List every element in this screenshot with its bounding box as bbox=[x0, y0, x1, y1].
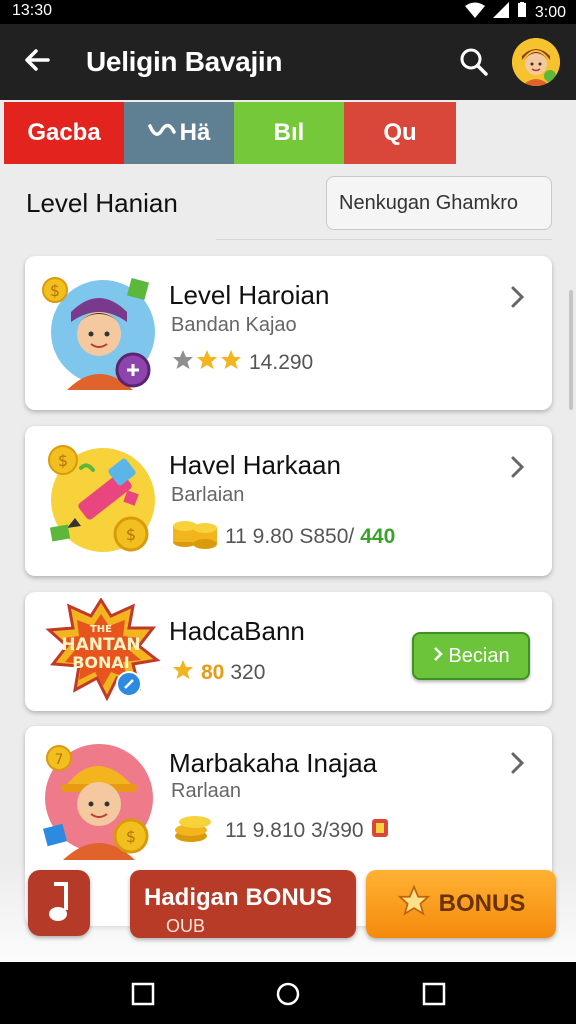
tab-ha[interactable]: Hä bbox=[124, 102, 234, 164]
status-icons: 3:00 bbox=[464, 2, 566, 23]
svg-text:THE: THE bbox=[90, 624, 112, 635]
list-item[interactable]: $ Level Haroian Bandan Kajao 14.290 bbox=[25, 256, 552, 410]
svg-text:$: $ bbox=[126, 525, 136, 544]
item-amount: 11 9.810 3/390 bbox=[171, 812, 390, 850]
svg-text:7: 7 bbox=[55, 752, 64, 768]
chevron-right-icon bbox=[504, 750, 530, 776]
character-avatar-icon: $ bbox=[41, 272, 161, 392]
character-avatar-icon: 7 $ bbox=[41, 740, 161, 860]
search-icon[interactable] bbox=[456, 44, 492, 80]
stat-highlight: 80 bbox=[201, 661, 225, 684]
filter-value: Nenkugan Ghamkro bbox=[339, 191, 518, 214]
tab-gacba[interactable]: Gacba bbox=[4, 102, 124, 164]
item-title: HadcaBann bbox=[169, 616, 305, 646]
svg-text:HANTAN: HANTAN bbox=[61, 635, 140, 655]
scrollbar[interactable] bbox=[569, 290, 573, 410]
system-nav-bar bbox=[0, 962, 576, 1024]
tab-label: Gacba bbox=[27, 119, 101, 146]
chevron-right-icon bbox=[504, 454, 530, 480]
stat-rest: 320 bbox=[230, 661, 266, 684]
back-square-icon[interactable] bbox=[422, 982, 446, 1006]
status-time-right: 3:00 bbox=[534, 3, 566, 21]
svg-text:BONAI: BONAI bbox=[72, 653, 130, 672]
item-subtitle: Bandan Kajao bbox=[171, 314, 297, 336]
coin-stack-icon bbox=[171, 518, 219, 556]
chevron-right-icon bbox=[432, 645, 444, 668]
bonus-button[interactable]: BONUS bbox=[366, 870, 556, 938]
status-bar: 13:30 3:00 bbox=[0, 0, 576, 24]
star-rating-icon bbox=[171, 348, 243, 378]
home-icon[interactable] bbox=[276, 982, 300, 1006]
tab-label: Bıl bbox=[273, 119, 305, 146]
item-stat: 80 320 bbox=[171, 658, 265, 688]
tab-label: Hä bbox=[179, 119, 211, 146]
list-item[interactable]: $ $ Havel Harkaan Barlaian 11 9.80 S850/… bbox=[25, 426, 552, 576]
amount-value: 11 9.80 S850/ bbox=[225, 525, 355, 548]
ticket-icon bbox=[370, 817, 390, 845]
bonus-label: BONUS bbox=[438, 890, 526, 917]
wave-icon bbox=[147, 119, 176, 147]
star-icon bbox=[171, 658, 195, 688]
recents-icon[interactable] bbox=[131, 982, 155, 1006]
svg-text:$: $ bbox=[58, 451, 68, 470]
wifi-icon bbox=[464, 2, 485, 23]
crayon-icon: $ $ bbox=[41, 440, 161, 560]
signal-icon bbox=[492, 2, 509, 23]
avatar[interactable] bbox=[512, 38, 560, 86]
bonus-button-title: Hadigan BONUS bbox=[144, 884, 333, 911]
page-title: Ueligin Bavajin bbox=[86, 46, 283, 77]
tab-bil[interactable]: Bıl bbox=[234, 102, 344, 164]
item-title: Havel Harkaan bbox=[169, 450, 341, 480]
amount-value: 11 9.810 3/390 bbox=[225, 819, 364, 842]
rating-value: 14.290 bbox=[249, 351, 314, 374]
music-note-button[interactable] bbox=[28, 870, 90, 936]
chevron-right-icon bbox=[504, 284, 530, 310]
item-subtitle: Barlaian bbox=[171, 484, 245, 506]
item-title: Marbakaha Inajaa bbox=[169, 748, 378, 778]
item-amount: 11 9.80 S850/ 440 bbox=[171, 518, 395, 556]
svg-text:$: $ bbox=[126, 827, 136, 846]
hadigan-bonus-button[interactable]: Hadigan BONUS OUB bbox=[130, 870, 356, 938]
back-arrow-icon[interactable] bbox=[20, 42, 56, 78]
battery-icon bbox=[517, 2, 527, 23]
music-note-icon bbox=[49, 882, 68, 921]
amount-highlight: 440 bbox=[360, 525, 396, 548]
list-item[interactable]: THE HANTAN BONAI HadcaBann 80 320 Becian bbox=[25, 592, 552, 711]
item-subtitle: Rarlaan bbox=[171, 780, 242, 802]
tab-label: Qu bbox=[383, 119, 417, 146]
status-time: 13:30 bbox=[12, 2, 53, 19]
star-icon bbox=[397, 884, 431, 925]
divider bbox=[216, 239, 552, 240]
item-rating: 14.290 bbox=[171, 348, 313, 378]
svg-text:$: $ bbox=[50, 281, 60, 300]
tab-bar: Gacba Hä Bıl Qu bbox=[4, 102, 456, 164]
tab-qu[interactable]: Qu bbox=[344, 102, 456, 164]
bonus-button-subtitle: OUB bbox=[166, 916, 206, 936]
app-bar: Ueligin Bavajin bbox=[0, 24, 576, 100]
bonus-badge-icon: THE HANTAN BONAI bbox=[41, 597, 161, 702]
claim-button-label: Becian bbox=[448, 644, 510, 667]
coin-stack-icon bbox=[171, 812, 219, 850]
item-title: Level Haroian bbox=[169, 280, 330, 310]
section-title: Level Hanian bbox=[26, 188, 178, 218]
filter-dropdown[interactable]: Nenkugan Ghamkro bbox=[326, 176, 552, 230]
claim-button[interactable]: Becian bbox=[412, 632, 530, 680]
